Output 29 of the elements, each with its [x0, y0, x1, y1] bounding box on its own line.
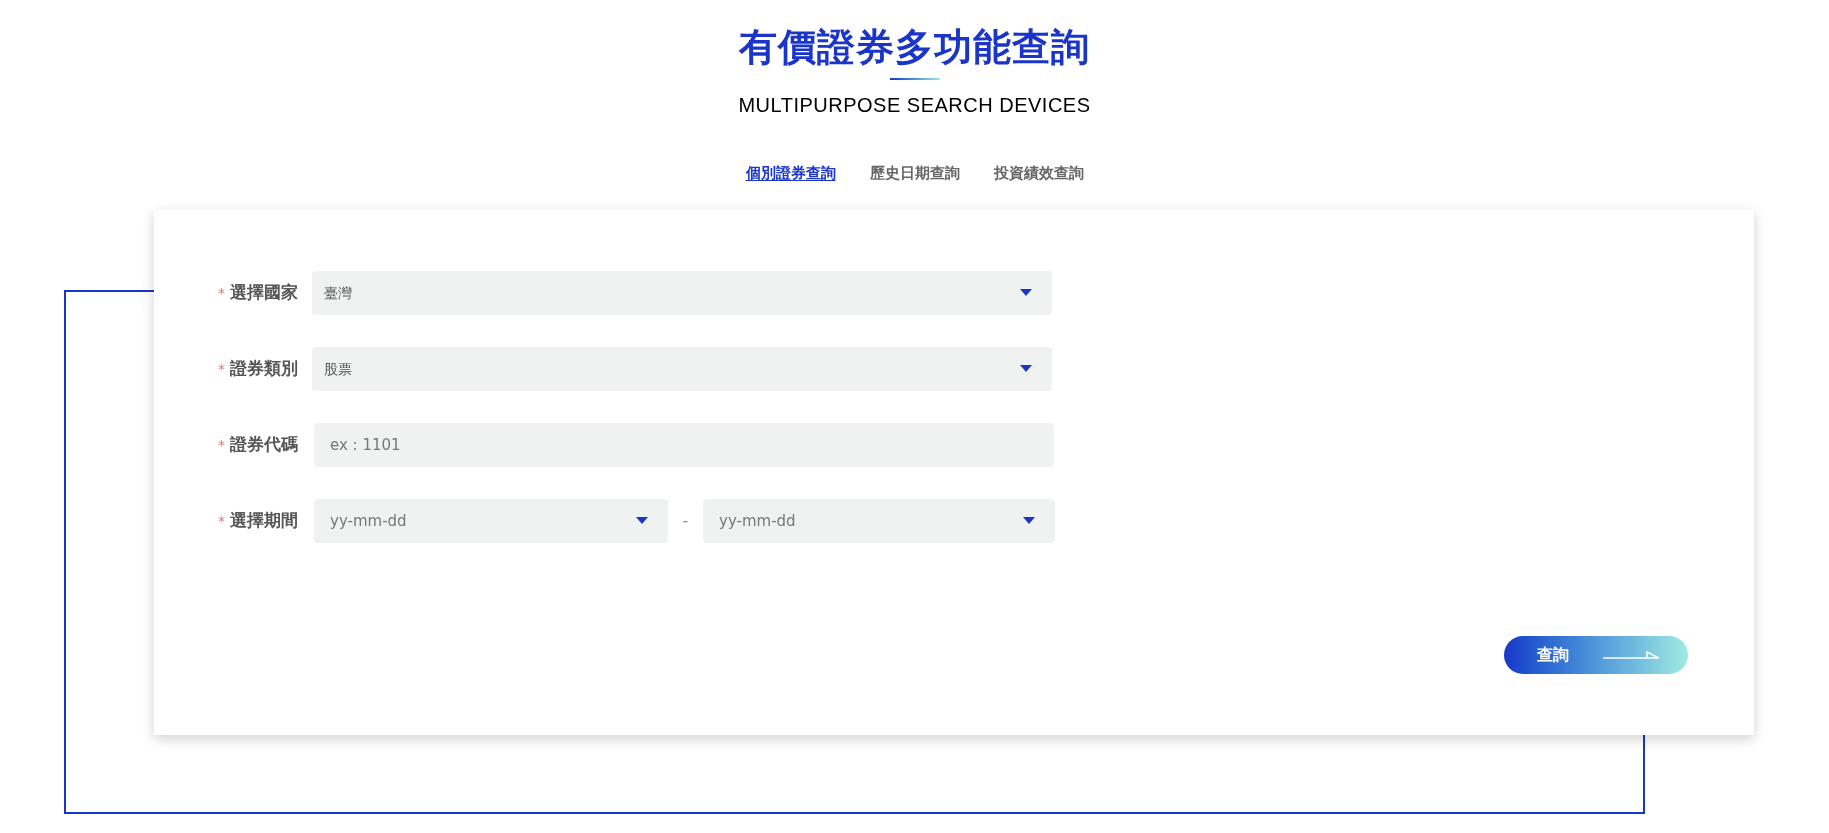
caret-icon: [636, 517, 648, 525]
select-value: 臺灣: [324, 283, 352, 303]
field-label: 證券代碼: [230, 433, 298, 457]
caret-icon: [1020, 289, 1032, 297]
field-label: 選擇國家: [230, 281, 298, 305]
required-mark: *: [218, 511, 225, 531]
range-separator: -: [681, 510, 690, 532]
select-field[interactable]: 股票: [312, 347, 1052, 391]
required-mark: *: [218, 359, 225, 379]
title-underline: [889, 78, 940, 80]
select-value: yy-mm-dd: [330, 510, 407, 532]
field-label: 證券類別: [230, 357, 298, 381]
field-label: 選擇期間: [230, 509, 298, 533]
date-field[interactable]: yy-mm-dd: [703, 499, 1055, 543]
page-subtitle: MULTIPURPOSE SEARCH DEVICES: [738, 93, 1091, 118]
required-mark: *: [218, 283, 225, 303]
date-field[interactable]: yy-mm-dd: [314, 499, 668, 543]
tab[interactable]: 歷史日期查詢: [869, 162, 960, 185]
required-mark: *: [218, 435, 225, 455]
caret-icon: [1023, 517, 1035, 525]
tab[interactable]: 個別證券查詢: [745, 162, 836, 185]
tab[interactable]: 投資績效查詢: [993, 162, 1084, 185]
page-title: 有價證券多功能查詢: [739, 24, 1090, 71]
input-field[interactable]: ex : 1101: [314, 423, 1054, 467]
caret-icon: [1020, 365, 1032, 373]
select-value: yy-mm-dd: [719, 510, 796, 532]
search-button[interactable]: 查詢: [1504, 636, 1688, 674]
select-value: 股票: [324, 359, 352, 379]
select-field[interactable]: 臺灣: [312, 271, 1052, 315]
